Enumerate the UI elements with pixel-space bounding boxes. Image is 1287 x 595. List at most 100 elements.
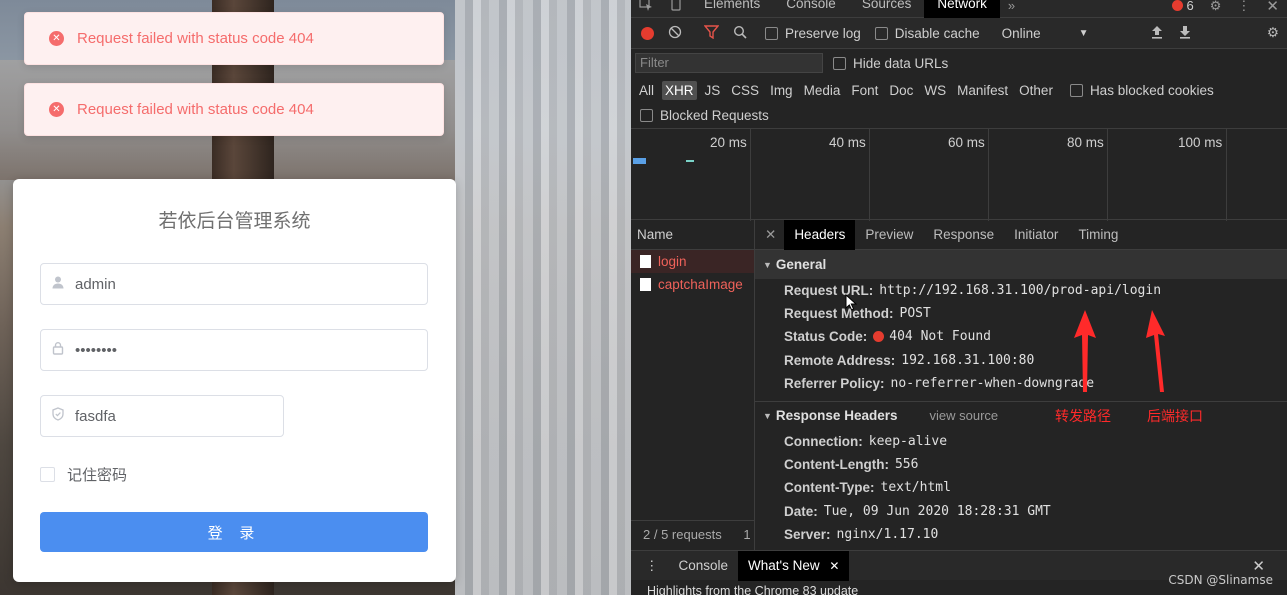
more-menu-icon[interactable]: ⋮ <box>1229 0 1258 14</box>
error-toast: ✕ Request failed with status code 404 <box>24 83 444 136</box>
clear-icon[interactable] <box>668 25 682 42</box>
timeline-tick-label: 80 ms <box>1067 135 1104 150</box>
header-row: Date: Tue, 09 Jun 2020 18:28:31 GMT <box>755 500 1287 523</box>
header-row: Status Code: 404 Not Found <box>755 325 1287 348</box>
header-key: Request URL: <box>784 283 874 299</box>
blocked-requests-checkbox[interactable] <box>640 109 653 122</box>
error-icon: ✕ <box>49 102 64 117</box>
header-row: Request Method: POST <box>755 302 1287 325</box>
tab-response[interactable]: Response <box>923 220 1004 250</box>
header-row: Content-Type: text/html <box>755 476 1287 499</box>
network-timeline[interactable]: 20 ms 40 ms 60 ms 80 ms 100 ms <box>631 128 1287 221</box>
type-filter-manifest[interactable]: Manifest <box>954 81 1011 100</box>
drawer-menu-icon[interactable]: ⋮ <box>631 558 669 574</box>
device-toggle-icon[interactable] <box>661 0 691 14</box>
error-counter[interactable]: 6 <box>1164 0 1202 13</box>
hide-data-urls-option[interactable]: Hide data URLs <box>833 56 948 71</box>
has-blocked-cookies-checkbox[interactable] <box>1069 83 1083 97</box>
header-row: Referrer Policy: no-referrer-when-downgr… <box>755 372 1287 395</box>
header-key: Remote Address: <box>784 352 896 368</box>
name-column-header[interactable]: Name <box>631 220 754 250</box>
request-footer-extra: 1 <box>743 527 751 542</box>
lock-icon <box>41 341 75 359</box>
type-filter-media[interactable]: Media <box>801 81 844 100</box>
close-drawer-icon[interactable]: ✕ <box>1252 557 1287 575</box>
network-toolbar: Preserve log Disable cache Online ▼ ⚙ <box>631 18 1287 49</box>
response-headers-title: Response Headers <box>775 408 898 424</box>
has-blocked-cookies-label: Has blocked cookies <box>1089 82 1214 98</box>
throttle-select[interactable]: Online ▼ <box>1002 26 1089 41</box>
tab-initiator[interactable]: Initiator <box>1004 220 1068 250</box>
captcha-value: fasdfa <box>75 407 116 425</box>
tab-headers[interactable]: Headers <box>784 219 856 250</box>
header-value: keep-alive <box>868 434 948 450</box>
filter-row: Filter Hide data URLs <box>631 49 1287 77</box>
background-curtain <box>455 0 631 595</box>
type-filter-font[interactable]: Font <box>848 81 881 100</box>
request-row-login[interactable]: login <box>631 250 754 273</box>
close-detail-icon[interactable]: ✕ <box>755 227 784 243</box>
tab-preview[interactable]: Preview <box>855 220 923 250</box>
drawer-tab-console[interactable]: Console <box>669 551 739 581</box>
type-filter-css[interactable]: CSS <box>728 81 762 100</box>
export-har-icon[interactable] <box>1179 25 1191 42</box>
type-filter-other[interactable]: Other <box>1016 81 1056 100</box>
filter-input[interactable]: Filter <box>635 53 823 73</box>
inspect-icon[interactable] <box>631 0 661 14</box>
close-tab-icon[interactable]: ✕ <box>829 559 839 573</box>
disable-cache-checkbox[interactable] <box>874 26 888 40</box>
general-section-header[interactable]: ▼ General <box>755 250 1287 279</box>
tab-network[interactable]: Network <box>924 0 1000 18</box>
header-value: no-referrer-when-downgrade <box>890 375 1095 391</box>
settings-gear-icon[interactable]: ⚙ <box>1202 0 1230 14</box>
record-icon[interactable] <box>641 26 654 40</box>
devtools-panel: Elements Console Sources Network » 6 ⚙ ⋮… <box>631 0 1287 595</box>
login-title: 若依后台管理系统 <box>158 210 311 232</box>
headers-panel: ▼ General Request URL: http://192.168.31… <box>755 250 1287 550</box>
password-field[interactable]: •••••••• <box>40 329 428 371</box>
toast-message: Request failed with status code 404 <box>77 30 314 47</box>
tab-console[interactable]: Console <box>773 0 849 18</box>
disable-cache-option[interactable]: Disable cache <box>874 26 980 41</box>
has-blocked-cookies-option[interactable]: Has blocked cookies <box>1069 82 1214 98</box>
password-value: •••••••• <box>75 341 118 359</box>
drawer-tab-whats-new[interactable]: What's New ✕ <box>738 550 850 581</box>
network-settings-icon[interactable]: ⚙ <box>1267 25 1279 41</box>
header-value: nginx/1.17.10 <box>836 526 939 542</box>
login-button[interactable]: 登 录 <box>40 512 428 552</box>
header-row: Request URL: http://192.168.31.100/prod-… <box>755 279 1287 302</box>
response-headers-section-header[interactable]: ▼ Response Headers view source <box>755 400 1287 430</box>
request-row-captcha[interactable]: captchaImage <box>631 273 754 296</box>
filter-funnel-icon[interactable] <box>703 24 720 42</box>
request-count: 2 / 5 requests <box>643 527 722 542</box>
timeline-gridline <box>869 129 870 221</box>
preserve-log-option[interactable]: Preserve log <box>765 26 861 41</box>
type-filter-ws[interactable]: WS <box>921 81 949 100</box>
type-filter-img[interactable]: Img <box>767 81 796 100</box>
close-devtools-icon[interactable]: ✕ <box>1258 0 1287 15</box>
more-tabs-icon[interactable]: » <box>1000 0 1023 13</box>
import-har-icon[interactable] <box>1151 25 1163 42</box>
tab-elements[interactable]: Elements <box>691 0 773 18</box>
header-value: text/html <box>880 480 951 496</box>
type-filter-xhr[interactable]: XHR <box>662 80 697 100</box>
remember-label: 记住密码 <box>67 466 128 484</box>
type-filter-all[interactable]: All <box>636 81 657 100</box>
toast-message: Request failed with status code 404 <box>77 101 314 118</box>
hide-data-urls-checkbox[interactable] <box>833 56 846 70</box>
type-filter-js[interactable]: JS <box>702 81 724 100</box>
blocked-requests-option[interactable]: Blocked Requests <box>631 103 1287 128</box>
type-filter-doc[interactable]: Doc <box>886 81 916 100</box>
header-key: Connection: <box>784 434 863 450</box>
timeline-gridline <box>1107 129 1108 221</box>
view-source-link[interactable]: view source <box>929 408 998 423</box>
tab-timing[interactable]: Timing <box>1068 220 1128 250</box>
annotation-label-forward-path: 转发路径 <box>1055 409 1111 425</box>
captcha-field[interactable]: fasdfa <box>40 395 284 437</box>
username-field[interactable]: admin <box>40 263 428 305</box>
remember-password[interactable]: 记住密码 <box>40 464 127 485</box>
tab-sources[interactable]: Sources <box>849 0 925 18</box>
preserve-log-checkbox[interactable] <box>765 26 778 40</box>
search-icon[interactable] <box>733 25 747 42</box>
remember-checkbox[interactable] <box>40 467 55 482</box>
